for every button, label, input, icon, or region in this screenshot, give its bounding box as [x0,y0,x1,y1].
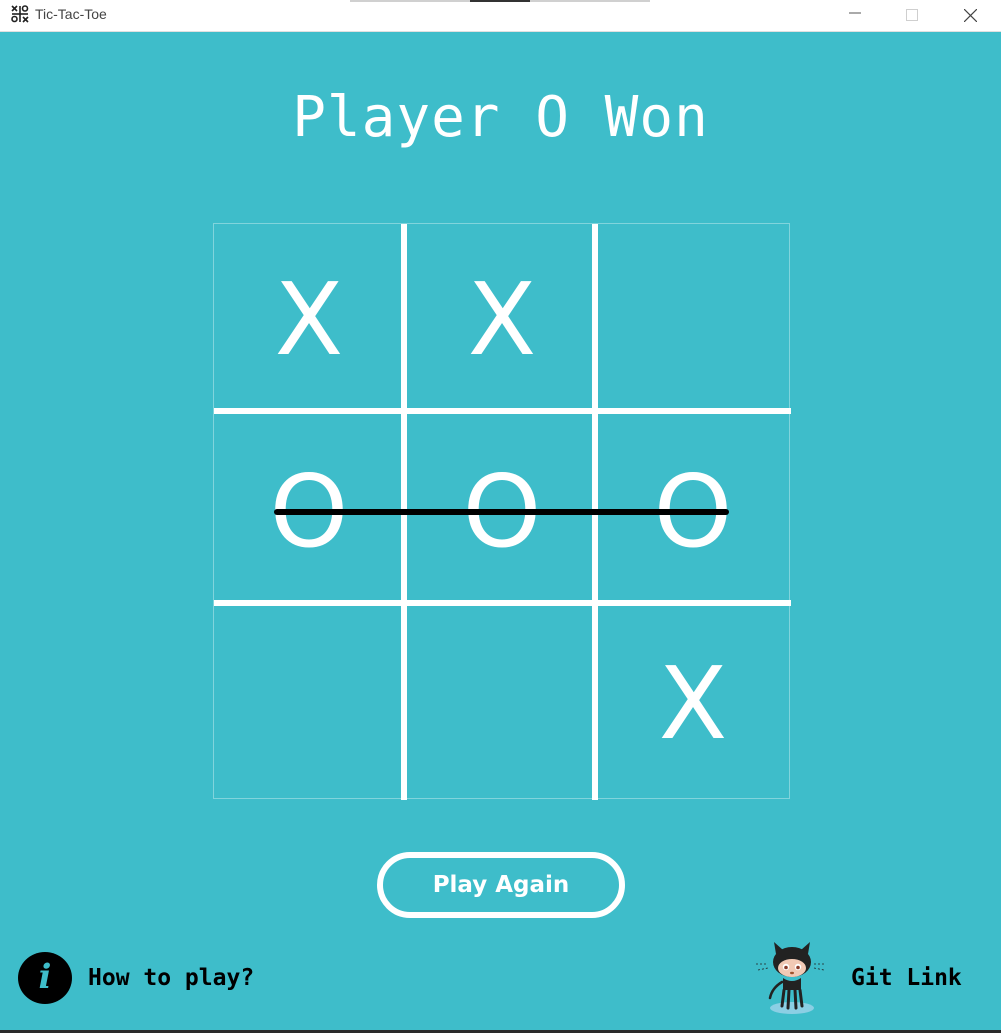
octocat-icon[interactable] [752,938,828,1016]
how-to-play-link[interactable]: How to play? [88,965,254,991]
minimize-button[interactable] [832,0,878,31]
board-cell-3-3[interactable]: X [598,608,788,798]
board-cell-1-3[interactable] [598,224,788,414]
window-title: Tic-Tac-Toe [35,6,107,22]
close-icon [964,9,977,22]
winning-strike-line [274,509,729,515]
close-button[interactable] [947,0,993,31]
info-button[interactable]: i [18,952,72,1004]
board-cell-1-2[interactable]: X [407,224,597,414]
app-window: Tic-Tac-Toe Player O Won X X O O O X Pla… [0,0,1001,1033]
minimize-icon [849,12,861,14]
title-bar-divider-active [470,0,530,2]
maximize-button[interactable] [889,0,935,31]
board-cell-3-1[interactable] [214,608,404,798]
game-status: Player O Won [292,85,709,150]
info-icon: i [38,957,52,997]
title-bar[interactable]: Tic-Tac-Toe [0,0,1001,32]
board-cell-3-2[interactable] [407,608,597,798]
maximize-icon [906,9,918,21]
play-again-button[interactable]: Play Again [377,852,625,918]
git-link[interactable]: Git Link [851,965,962,991]
tic-tac-toe-app-icon [11,5,29,23]
board-cell-1-1[interactable]: X [214,224,404,414]
game-board: X X O O O X [213,223,791,800]
